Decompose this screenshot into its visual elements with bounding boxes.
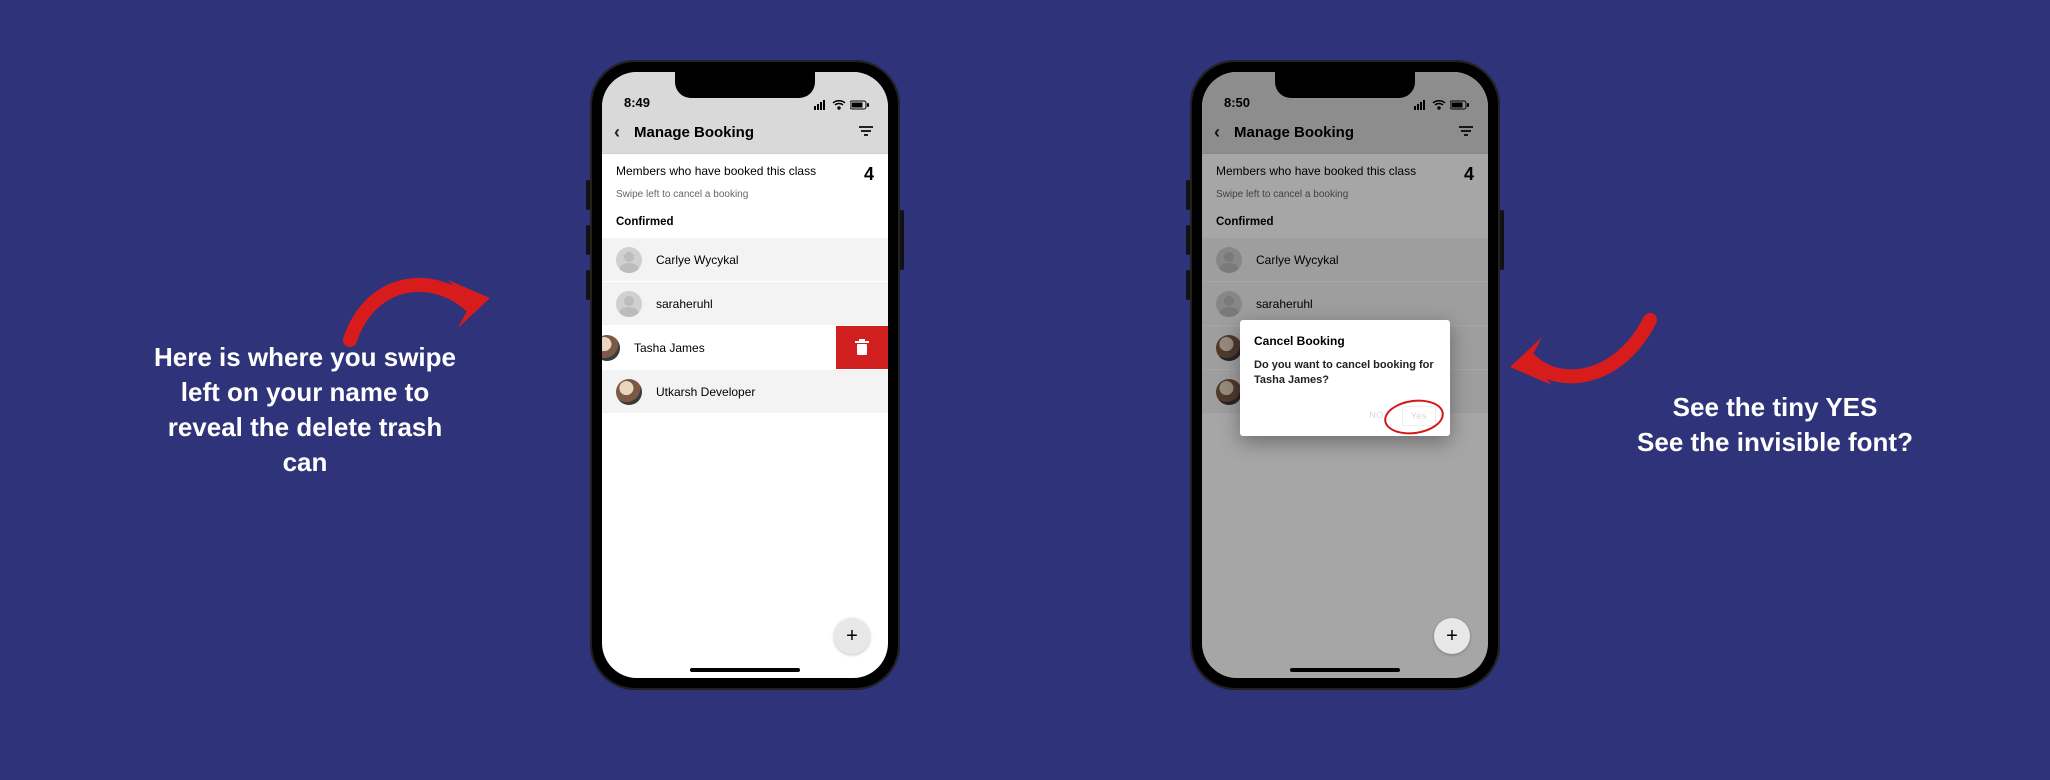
info-label: Members who have booked this class	[616, 164, 816, 178]
trash-icon	[854, 339, 870, 357]
list-item[interactable]: saraheruhl	[602, 282, 888, 326]
add-button[interactable]: +	[834, 618, 870, 654]
dialog-yes-button[interactable]: Yes	[1402, 406, 1436, 426]
list-item-swiped[interactable]: Tasha James	[602, 326, 888, 370]
callout-right-line1: See the tiny YES	[1620, 390, 1930, 425]
home-indicator	[1290, 668, 1400, 672]
battery-icon	[850, 100, 870, 110]
member-count: 4	[864, 164, 874, 185]
filter-icon[interactable]	[858, 124, 874, 142]
screen-2: 8:50 ‹ Manage Booking Members who have b…	[1202, 72, 1488, 678]
callout-right-line2: See the invisible font?	[1620, 425, 1930, 460]
status-indicators	[814, 100, 870, 110]
back-button[interactable]: ‹	[614, 122, 620, 143]
signal-icon	[814, 100, 828, 110]
screen-1: 8:49 ‹ Manage Booking Members who have b…	[602, 72, 888, 678]
avatar	[616, 247, 642, 273]
member-name: Tasha James	[634, 341, 705, 355]
phone-2: 8:50 ‹ Manage Booking Members who have b…	[1190, 60, 1500, 690]
info-row: Members who have booked this class 4	[602, 154, 888, 189]
status-time: 8:49	[624, 95, 650, 110]
phone-1: 8:49 ‹ Manage Booking Members who have b…	[590, 60, 900, 690]
cancel-booking-dialog: Cancel Booking Do you want to cancel boo…	[1240, 320, 1450, 436]
member-list: Carlye Wycykal saraheruhl Tasha James Ut…	[602, 238, 888, 414]
notch	[1275, 72, 1415, 98]
add-button[interactable]: +	[1434, 618, 1470, 654]
callout-left: Here is where you swipe left on your nam…	[150, 340, 460, 480]
app-header: ‹ Manage Booking	[602, 112, 888, 154]
avatar	[602, 335, 620, 361]
dialog-actions: NO Yes	[1254, 406, 1436, 426]
member-name: Carlye Wycykal	[656, 253, 739, 267]
member-name: Utkarsh Developer	[656, 385, 755, 399]
callout-right: See the tiny YES See the invisible font?	[1620, 390, 1930, 460]
dialog-message: Do you want to cancel booking for Tasha …	[1254, 358, 1436, 388]
notch	[675, 72, 815, 98]
list-item[interactable]: Utkarsh Developer	[602, 370, 888, 414]
swipe-hint: Swipe left to cancel a booking	[602, 189, 888, 210]
home-indicator	[690, 668, 800, 672]
avatar	[616, 379, 642, 405]
dialog-no-button[interactable]: NO	[1361, 406, 1392, 426]
header-title: Manage Booking	[634, 124, 754, 141]
delete-button[interactable]	[836, 326, 888, 369]
wifi-icon	[832, 100, 846, 110]
dialog-title: Cancel Booking	[1254, 334, 1436, 348]
list-item[interactable]: Carlye Wycykal	[602, 238, 888, 282]
section-confirmed: Confirmed	[602, 210, 888, 238]
member-name: saraheruhl	[656, 297, 713, 311]
avatar	[616, 291, 642, 317]
